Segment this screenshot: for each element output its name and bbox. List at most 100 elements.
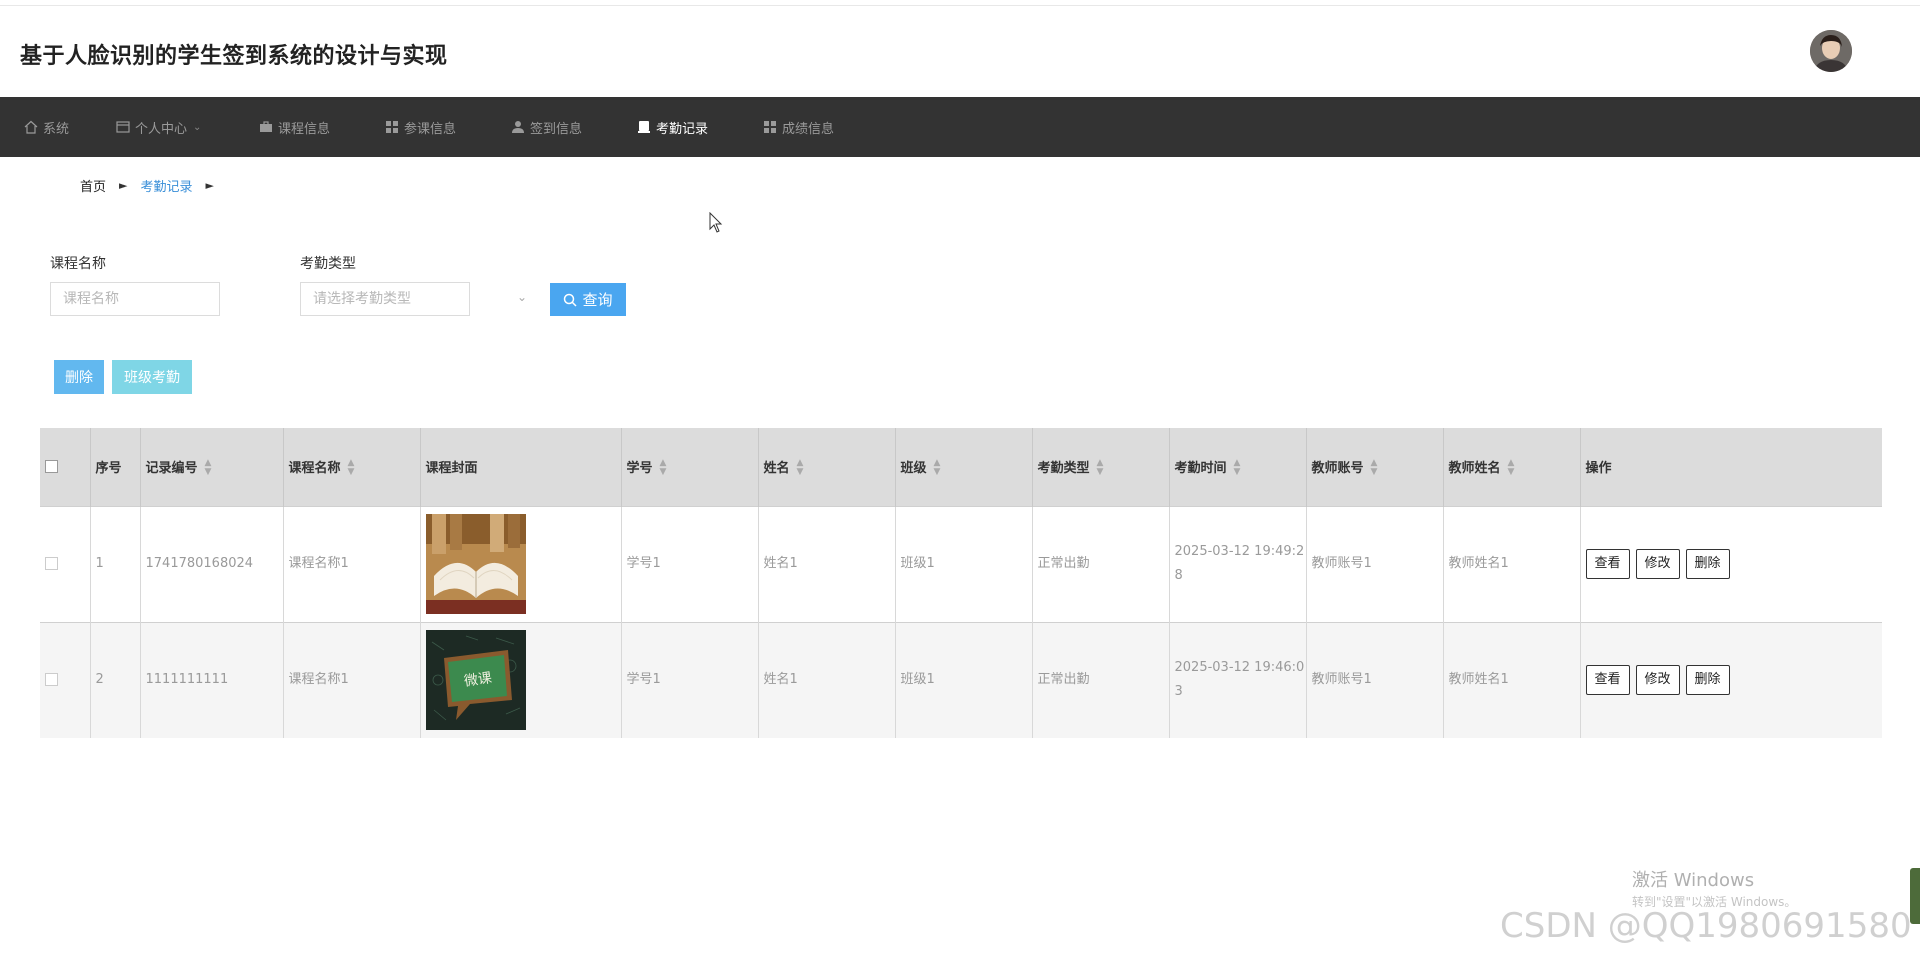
breadcrumb-current[interactable]: 考勤记录	[140, 176, 192, 195]
breadcrumb: 首页 ► 考勤记录 ►	[80, 176, 227, 195]
select-all-checkbox[interactable]	[45, 460, 58, 474]
chevron-right-icon: ►	[205, 179, 214, 192]
view-button[interactable]: 查看	[1585, 665, 1630, 696]
nav-item-personal-center[interactable]: 个人中心 ⌄	[116, 97, 201, 157]
attendance-table: 序号 记录编号 ▲ ▼ 课程名称 ▲ ▼ 课程封面 学号 ▲ ▼ 姓名 ▲ ▼ 班级 ▲ ▼ 考勤类…	[40, 428, 1882, 738]
header-label: 教师姓名	[1448, 460, 1501, 476]
cell-teacher-account: 教师账号1	[1306, 622, 1444, 738]
cell-attendance-type: 正常出勤	[1032, 622, 1170, 738]
delete-button[interactable]: 删除	[1685, 665, 1730, 696]
nav-item-course-info[interactable]: 课程信息	[259, 97, 330, 157]
header-label: 考勤时间	[1174, 460, 1227, 476]
chevron-down-icon: ⌄	[193, 121, 202, 133]
header-label: 班级	[900, 460, 927, 476]
grid-icon	[764, 121, 776, 133]
cell-attendance-time: 2025-03-12 19:46:03	[1169, 622, 1307, 738]
window-icon	[116, 121, 130, 133]
chevron-down-icon[interactable]: ⌄	[517, 290, 527, 304]
nav-item-grade-info[interactable]: 成绩信息	[763, 97, 834, 157]
header-name[interactable]: 姓名 ▲ ▼	[758, 428, 896, 506]
sort-icon[interactable]: ▲ ▼	[1371, 459, 1378, 477]
open-book-image[interactable]	[425, 514, 526, 614]
query-label: 查询	[582, 291, 613, 309]
table-row: 1 1741780168024 课程名称1 学号1 姓名1 班级1 正常出勤 2…	[40, 506, 1882, 622]
header-teacher-account[interactable]: 教师账号 ▲ ▼	[1306, 428, 1444, 506]
header-ops: 操作	[1585, 461, 1612, 477]
nav-label: 签到信息	[530, 121, 583, 137]
nav-label: 成绩信息	[782, 121, 835, 137]
cell-course-name: 课程名称1	[283, 622, 421, 738]
header-label: 教师账号	[1311, 460, 1364, 476]
edit-button[interactable]: 修改	[1635, 549, 1680, 579]
nav-item-signin-info[interactable]: 签到信息	[511, 97, 582, 157]
cell-attendance-time: 2025-03-12 19:49:28	[1169, 506, 1307, 622]
course-name-label: 课程名称	[50, 256, 106, 272]
header-course-name[interactable]: 课程名称 ▲ ▼	[283, 428, 421, 506]
briefcase-icon	[260, 121, 272, 132]
cell-teacher-account: 教师账号1	[1306, 506, 1444, 622]
sort-icon[interactable]: ▲ ▼	[348, 459, 355, 477]
cell-name: 姓名1	[758, 506, 896, 622]
sort-icon[interactable]: ▲ ▼	[660, 459, 667, 477]
header-teacher-name[interactable]: 教师姓名 ▲ ▼	[1443, 428, 1581, 506]
cell-class: 班级1	[895, 622, 1033, 738]
cell-teacher-name: 教师姓名1	[1443, 622, 1581, 738]
header-label: 考勤类型	[1037, 460, 1090, 476]
cell-cover: 微课	[420, 622, 622, 738]
nav-label: 课程信息	[278, 121, 331, 137]
batch-delete-button[interactable]: 删除	[54, 360, 104, 394]
header-class[interactable]: 班级 ▲ ▼	[895, 428, 1033, 506]
header-record-no[interactable]: 记录编号 ▲ ▼	[140, 428, 284, 506]
csdn-watermark: CSDN @QQ1980691580	[1500, 906, 1912, 946]
nav-item-attendance-records[interactable]: 考勤记录	[637, 97, 708, 157]
nav-label: 个人中心	[135, 121, 188, 137]
side-widget-tab[interactable]	[1910, 868, 1920, 924]
delete-button[interactable]: 删除	[1685, 549, 1730, 579]
sort-icon[interactable]: ▲ ▼	[1097, 459, 1104, 477]
header-student-no[interactable]: 学号 ▲ ▼	[621, 428, 759, 506]
row-select-cell[interactable]	[40, 622, 91, 738]
site-title: 基于人脸识别的学生签到系统的设计与实现	[20, 44, 448, 69]
sort-icon[interactable]: ▲ ▼	[205, 459, 212, 477]
chalkboard-image[interactable]: 微课	[425, 630, 526, 731]
user-avatar[interactable]	[1810, 30, 1852, 72]
top-border	[0, 0, 1920, 6]
cell-attendance-type: 正常出勤	[1032, 506, 1170, 622]
home-icon	[24, 120, 38, 134]
header-label: 姓名	[763, 460, 790, 476]
nav-item-participation-info[interactable]: 参课信息	[385, 97, 456, 157]
header-label: 课程名称	[288, 460, 341, 476]
sort-icon[interactable]: ▲ ▼	[1234, 459, 1241, 477]
sort-icon[interactable]: ▲ ▼	[934, 459, 941, 477]
user-icon	[512, 121, 524, 133]
header-label: 记录编号	[145, 460, 198, 476]
row-checkbox[interactable]	[45, 557, 58, 570]
class-attendance-button[interactable]: 班级考勤	[112, 360, 192, 394]
breadcrumb-home[interactable]: 首页	[80, 176, 106, 195]
header-select-all[interactable]	[40, 428, 91, 506]
row-checkbox[interactable]	[45, 673, 58, 687]
header-attendance-type[interactable]: 考勤类型 ▲ ▼	[1032, 428, 1170, 506]
windows-activation-title: 激活 Windows	[1632, 870, 1755, 891]
grid-icon	[386, 121, 398, 133]
mouse-cursor-icon	[709, 212, 723, 233]
sort-icon[interactable]: ▲ ▼	[1508, 459, 1515, 477]
search-icon	[564, 293, 578, 307]
header-attendance-time[interactable]: 考勤时间 ▲ ▼	[1169, 428, 1307, 506]
header-cover: 课程封面	[420, 428, 622, 506]
cell-student-no: 学号1	[621, 622, 759, 738]
cell-course-name: 课程名称1	[283, 506, 421, 622]
course-name-input[interactable]	[50, 282, 220, 316]
sort-icon[interactable]: ▲ ▼	[797, 459, 804, 477]
query-button[interactable]: 查询	[550, 283, 626, 316]
header-index: 序号	[90, 428, 141, 506]
cell-index: 1	[90, 506, 141, 622]
row-select-cell[interactable]	[40, 506, 91, 622]
table-row: 2 1111111111 课程名称1 微课 学号1 姓名1 班级1 正常出勤 2…	[40, 622, 1882, 738]
attendance-type-select[interactable]	[300, 282, 470, 316]
main-nav: 系统 个人中心 ⌄ 课程信息 参课信息 签到信息 考勤记录 成绩信息	[0, 97, 1920, 157]
edit-button[interactable]: 修改	[1635, 665, 1680, 696]
nav-item-system[interactable]: 系统	[24, 97, 69, 157]
nav-label: 系统	[43, 121, 70, 137]
view-button[interactable]: 查看	[1585, 549, 1630, 579]
